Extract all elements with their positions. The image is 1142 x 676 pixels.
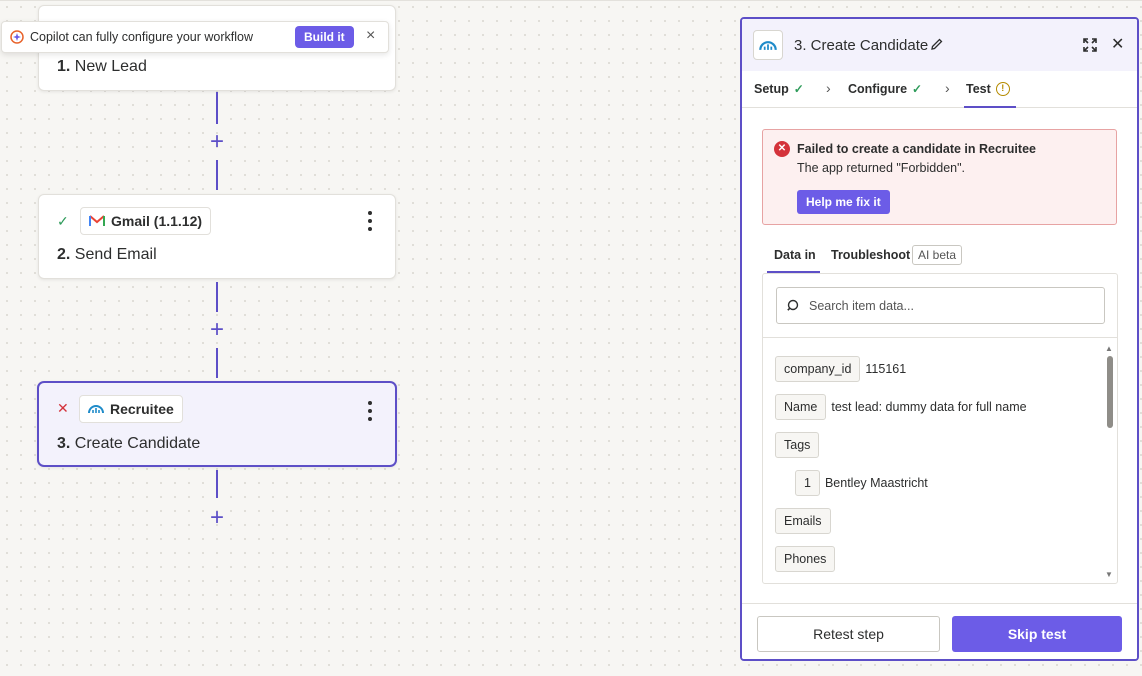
add-step-button[interactable]: + bbox=[207, 318, 227, 342]
data-row: company_id 115161 bbox=[775, 356, 906, 382]
step-number: 3. bbox=[57, 435, 71, 452]
step-detail-panel: 3. Create Candidate ✕ Setup ✓ › Configur… bbox=[740, 17, 1139, 661]
step-name: Send Email bbox=[74, 246, 157, 263]
skip-test-button[interactable]: Skip test bbox=[952, 616, 1122, 652]
chevron-right-icon: › bbox=[945, 80, 950, 96]
copilot-sparkle-icon bbox=[10, 30, 24, 44]
tab-test[interactable]: Test ! bbox=[966, 82, 1010, 96]
data-in-panel: company_id 115161 Name test lead: dummy … bbox=[762, 273, 1118, 584]
step-title: 3. Create Candidate bbox=[57, 435, 200, 453]
check-icon: ✓ bbox=[793, 82, 804, 96]
error-title: Failed to create a candidate in Recruite… bbox=[797, 142, 1036, 156]
app-name: Gmail (1.1.12) bbox=[111, 213, 203, 229]
more-icon[interactable] bbox=[363, 211, 377, 231]
panel-footer: Retest step Skip test bbox=[742, 603, 1137, 659]
scroll-down-icon[interactable]: ▼ bbox=[1105, 570, 1113, 579]
data-row: Name test lead: dummy data for full name bbox=[775, 394, 1027, 420]
divider bbox=[763, 337, 1117, 338]
connector-line bbox=[216, 470, 218, 498]
data-key: Phones bbox=[775, 546, 836, 572]
data-row: Phones bbox=[775, 546, 836, 572]
copilot-banner: Copilot can fully configure your workflo… bbox=[1, 21, 389, 53]
data-key: Tags bbox=[775, 432, 820, 458]
error-alert: ✕ Failed to create a candidate in Recrui… bbox=[762, 129, 1117, 225]
step-node-2[interactable]: ✓ Gmail (1.1.12) 2. Send Email bbox=[38, 194, 396, 279]
step-title: 1. New Lead bbox=[57, 58, 147, 76]
step-name: New Lead bbox=[74, 58, 147, 75]
add-step-button[interactable]: + bbox=[207, 506, 227, 530]
data-key: Emails bbox=[775, 508, 831, 534]
retest-step-button[interactable]: Retest step bbox=[757, 616, 940, 652]
tab-configure[interactable]: Configure ✓ bbox=[848, 82, 922, 96]
panel-title: 3. Create Candidate bbox=[794, 37, 929, 54]
step-number: 1. bbox=[57, 58, 71, 75]
connector-line bbox=[216, 160, 218, 190]
step-name: Create Candidate bbox=[74, 435, 201, 452]
warning-icon: ! bbox=[995, 82, 1010, 96]
close-icon[interactable]: × bbox=[366, 27, 375, 45]
app-pill-gmail: Gmail (1.1.12) bbox=[80, 207, 212, 235]
pencil-icon[interactable] bbox=[930, 37, 944, 51]
error-x-icon: ✕ bbox=[774, 141, 790, 157]
connector-line bbox=[216, 282, 218, 312]
step-title: 2. Send Email bbox=[57, 246, 157, 264]
connector-line bbox=[216, 92, 218, 124]
data-value: 115161 bbox=[865, 362, 907, 376]
subtab-troubleshoot[interactable]: Troubleshoot bbox=[831, 248, 910, 262]
tab-label: Setup bbox=[754, 82, 789, 96]
scroll-up-icon[interactable]: ▲ bbox=[1105, 344, 1113, 353]
check-icon: ✓ bbox=[912, 82, 923, 96]
error-x-icon: ✕ bbox=[57, 400, 69, 416]
search-icon bbox=[787, 299, 799, 311]
data-row: 1 Bentley Maastricht bbox=[795, 470, 928, 496]
expand-icon[interactable] bbox=[1082, 37, 1098, 53]
connector-line bbox=[216, 348, 218, 378]
tab-label: Test bbox=[966, 82, 991, 96]
data-row: Tags bbox=[775, 432, 820, 458]
copilot-text: Copilot can fully configure your workflo… bbox=[30, 30, 254, 44]
tab-setup[interactable]: Setup ✓ bbox=[754, 82, 804, 96]
more-icon[interactable] bbox=[363, 401, 377, 421]
build-it-button[interactable]: Build it bbox=[295, 26, 354, 48]
ai-beta-badge: AI beta bbox=[912, 245, 963, 265]
subtab-data-in[interactable]: Data in bbox=[774, 248, 816, 262]
close-icon[interactable]: ✕ bbox=[1111, 34, 1124, 54]
app-name: Recruitee bbox=[110, 401, 174, 417]
data-value: test lead: dummy data for full name bbox=[831, 400, 1027, 414]
data-row: Emails bbox=[775, 508, 831, 534]
tab-label: Configure bbox=[848, 82, 908, 96]
data-key: Name bbox=[775, 394, 827, 420]
add-step-button[interactable]: + bbox=[207, 130, 227, 154]
recruitee-icon bbox=[753, 30, 783, 60]
active-tab-indicator bbox=[964, 106, 1016, 108]
error-message: The app returned "Forbidden". bbox=[797, 161, 966, 175]
search-box[interactable] bbox=[776, 287, 1105, 324]
data-value: Bentley Maastricht bbox=[824, 476, 928, 490]
gmail-icon bbox=[89, 215, 105, 226]
panel-header: 3. Create Candidate ✕ bbox=[742, 19, 1137, 71]
chevron-right-icon: › bbox=[826, 80, 831, 96]
data-key: 1 bbox=[795, 470, 820, 496]
recruitee-icon bbox=[88, 405, 104, 414]
step-number: 2. bbox=[57, 246, 71, 263]
panel-tabs: Setup ✓ › Configure ✓ › Test ! bbox=[742, 71, 1137, 108]
data-key: company_id bbox=[775, 356, 861, 382]
scrollbar[interactable]: ▲ ▼ bbox=[1105, 344, 1115, 580]
scroll-thumb[interactable] bbox=[1107, 356, 1113, 428]
help-me-fix-button[interactable]: Help me fix it bbox=[797, 190, 890, 214]
app-pill-recruitee: Recruitee bbox=[79, 395, 183, 423]
search-input[interactable] bbox=[809, 288, 1094, 323]
step-node-3[interactable]: ✕ Recruitee 3. Create Candidate bbox=[37, 381, 397, 467]
check-icon: ✓ bbox=[57, 213, 69, 229]
